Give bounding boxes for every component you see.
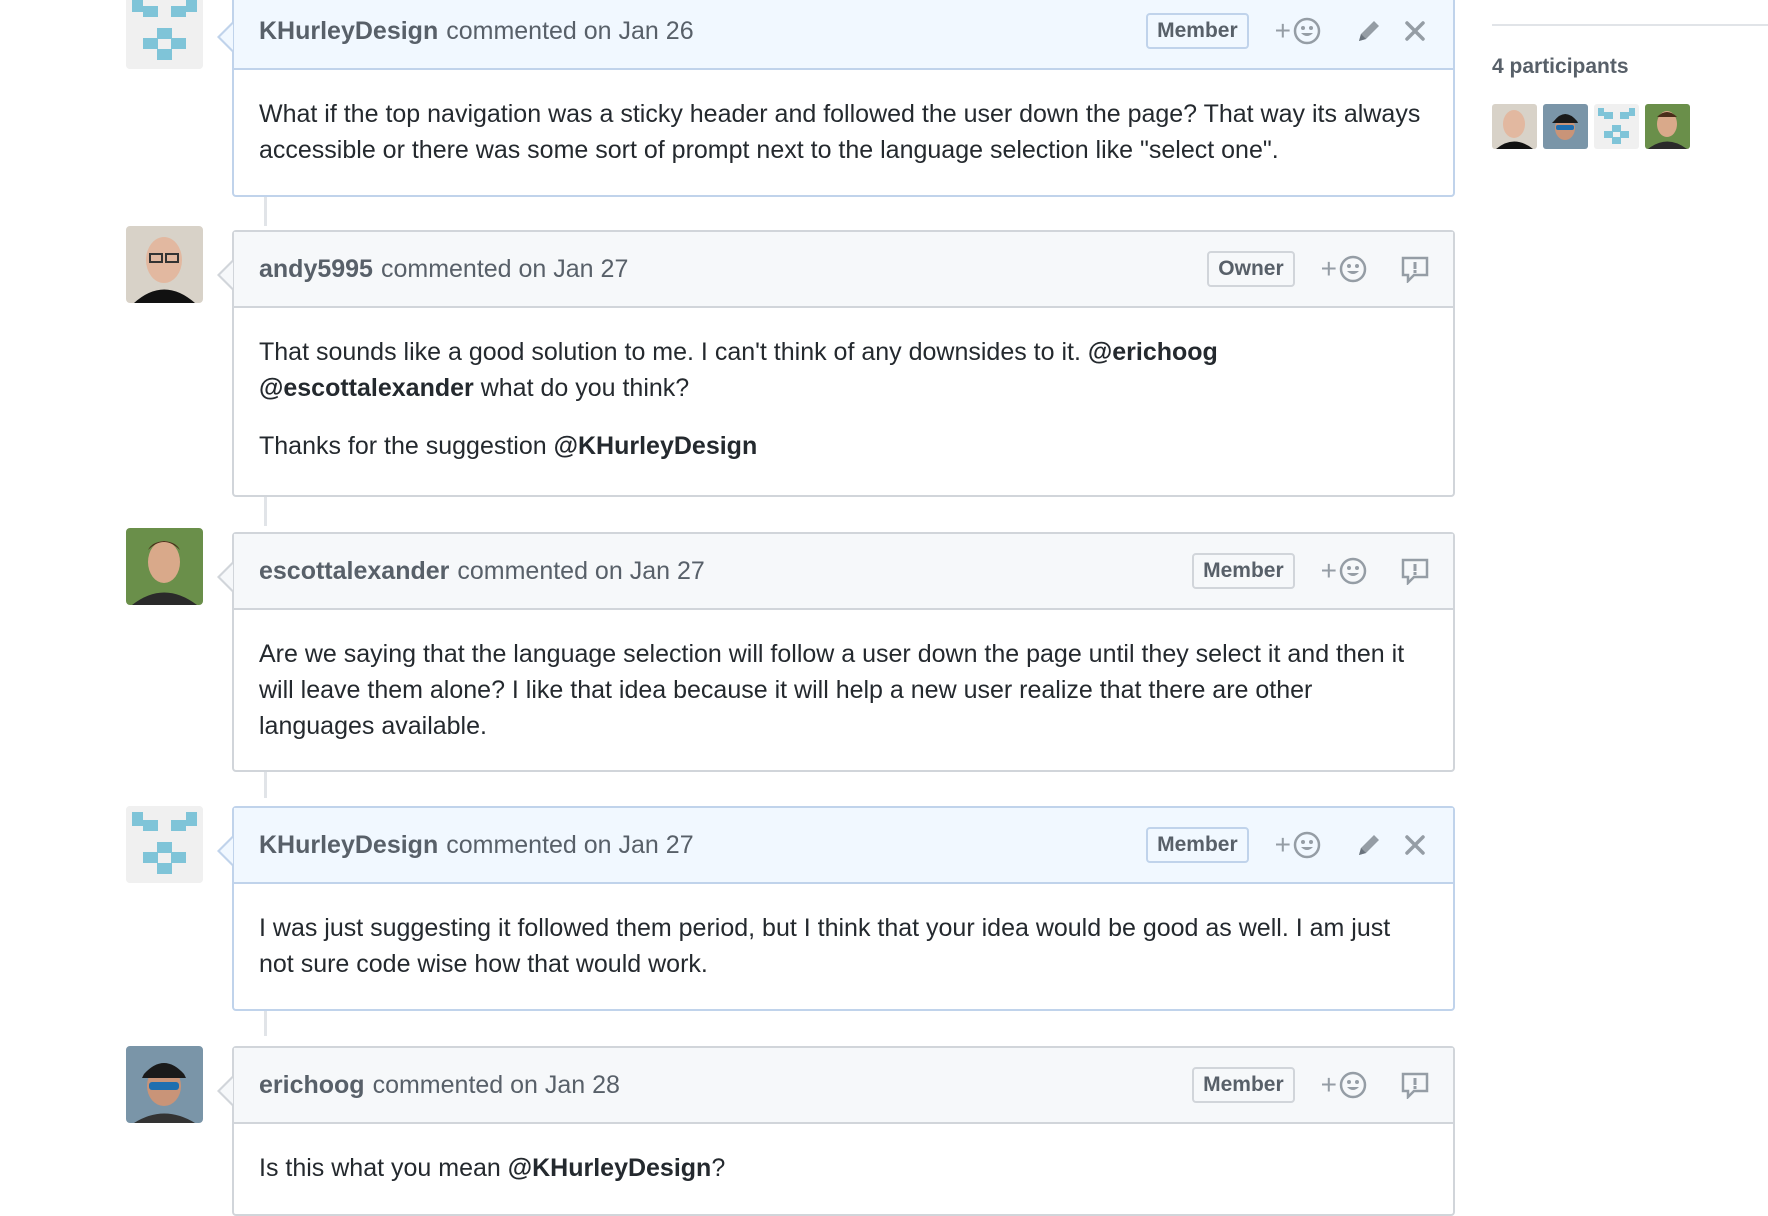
comment-timestamp[interactable]: commented on Jan 28 [373, 1071, 620, 1099]
comment-text: That sounds like a good solution to me. … [259, 338, 1088, 366]
comment-timestamp[interactable]: commented on Jan 26 [446, 17, 693, 45]
delete-button[interactable] [1401, 17, 1429, 45]
comment-header: KHurleyDesign commented on Jan 27 Member … [217, 808, 1453, 884]
close-icon [1405, 835, 1425, 855]
comment-body: What if the top navigation was a sticky … [234, 70, 1453, 192]
comment-body: Is this what you mean @KHurleyDesign? [234, 1124, 1453, 1210]
comment-text: Thanks for the suggestion [259, 432, 554, 460]
comment-text: ? [711, 1154, 726, 1182]
timeline-connector [264, 496, 267, 526]
comment-text: Is this what you mean [259, 1154, 508, 1182]
comment-author[interactable]: andy5995 [259, 255, 373, 283]
add-reaction-button[interactable]: + [1321, 555, 1367, 587]
comment-header: KHurleyDesign commented on Jan 26 Member … [217, 0, 1453, 70]
add-reaction-button[interactable]: + [1321, 253, 1367, 285]
comment-header: escottalexander commented on Jan 27 Membe… [217, 534, 1453, 610]
sidebar-divider [1492, 24, 1768, 26]
identicon-avatar [126, 0, 203, 69]
avatar-erichoog[interactable] [126, 1046, 203, 1123]
user-mention[interactable]: @KHurleyDesign [554, 432, 758, 460]
comment-header-text: escottalexander commented on Jan 27 [259, 557, 1192, 586]
user-mention[interactable]: @KHurleyDesign [508, 1154, 712, 1182]
report-button[interactable] [1401, 1071, 1429, 1099]
comment-paragraph: That sounds like a good solution to me. … [259, 334, 1428, 406]
comment-body: That sounds like a good solution to me. … [234, 308, 1453, 488]
add-reaction-button[interactable]: + [1275, 829, 1321, 861]
comment-timestamp[interactable]: commented on Jan 27 [446, 831, 693, 859]
comment-text: Are we saying that the language selectio… [259, 640, 1405, 740]
identicon-avatar [1594, 104, 1639, 149]
participants-list [1492, 104, 1690, 149]
smiley-icon [1339, 255, 1367, 283]
pencil-icon [1359, 835, 1379, 855]
comment-author[interactable]: KHurleyDesign [259, 831, 438, 859]
add-reaction-button[interactable]: + [1275, 15, 1321, 47]
comment-header: erichoog commented on Jan 28 Member + [217, 1048, 1453, 1124]
user-mention[interactable]: @escottalexander [259, 374, 474, 402]
comment-header: andy5995 commented on Jan 27 Owner + [217, 232, 1453, 308]
identicon-avatar [126, 806, 203, 883]
user-mention[interactable]: @erichoog [1088, 338, 1218, 366]
avatar-khurleydesign[interactable] [126, 0, 203, 69]
comment: erichoog commented on Jan 28 Member + Is … [217, 1046, 1455, 1216]
delete-button[interactable] [1401, 831, 1429, 859]
report-button[interactable] [1401, 557, 1429, 585]
comment-body: Are we saying that the language selectio… [234, 610, 1453, 768]
participant-avatar[interactable] [1543, 104, 1588, 149]
pencil-icon [1359, 21, 1379, 41]
avatar-escottalexander[interactable] [126, 528, 203, 605]
profile-photo [1492, 104, 1537, 149]
comment-text: What if the top navigation was a sticky … [259, 100, 1421, 164]
comment: escottalexander commented on Jan 27 Membe… [217, 532, 1455, 772]
comment: andy5995 commented on Jan 27 Owner + That… [217, 230, 1455, 497]
comment: KHurleyDesign commented on Jan 27 Member … [217, 806, 1455, 1011]
comment-body: I was just suggesting it followed them p… [234, 884, 1453, 1006]
timeline-connector [264, 768, 267, 798]
profile-photo [1543, 104, 1588, 149]
profile-photo [1645, 104, 1690, 149]
participants-heading: 4 participants [1492, 55, 1629, 78]
close-icon [1405, 21, 1425, 41]
smiley-icon [1293, 17, 1321, 45]
comment-text: what do you think? [480, 374, 690, 402]
profile-photo [126, 1046, 203, 1123]
role-badge: Member [1192, 553, 1295, 589]
comment-author[interactable]: erichoog [259, 1071, 365, 1099]
comment-header-text: KHurleyDesign commented on Jan 26 [259, 17, 1146, 46]
comment-author[interactable]: escottalexander [259, 557, 449, 585]
add-reaction-button[interactable]: + [1321, 1069, 1367, 1101]
comment-header-text: KHurleyDesign commented on Jan 27 [259, 831, 1146, 860]
avatar-khurleydesign[interactable] [126, 806, 203, 883]
timeline-connector [264, 196, 267, 226]
role-badge: Member [1146, 827, 1249, 863]
edit-button[interactable] [1355, 831, 1383, 859]
comment-timestamp[interactable]: commented on Jan 27 [457, 557, 704, 585]
participant-avatar[interactable] [1645, 104, 1690, 149]
report-icon [1401, 558, 1429, 585]
comment-text: I was just suggesting it followed them p… [259, 914, 1391, 978]
participant-avatar[interactable] [1594, 104, 1639, 149]
role-badge: Member [1146, 13, 1249, 49]
comment-timestamp[interactable]: commented on Jan 27 [381, 255, 628, 283]
role-badge: Owner [1207, 251, 1295, 287]
report-icon [1401, 1072, 1429, 1099]
comment-header-text: andy5995 commented on Jan 27 [259, 255, 1207, 284]
comment-header-text: erichoog commented on Jan 28 [259, 1071, 1192, 1100]
comment-paragraph: Is this what you mean @KHurleyDesign? [259, 1150, 1428, 1186]
role-badge: Member [1192, 1067, 1295, 1103]
report-icon [1401, 256, 1429, 283]
avatar-andy5995[interactable] [126, 226, 203, 303]
comment: KHurleyDesign commented on Jan 26 Member … [217, 0, 1455, 197]
report-button[interactable] [1401, 255, 1429, 283]
participant-avatar[interactable] [1492, 104, 1537, 149]
smiley-icon [1339, 557, 1367, 585]
comment-author[interactable]: KHurleyDesign [259, 17, 438, 45]
edit-button[interactable] [1355, 17, 1383, 45]
smiley-icon [1339, 1071, 1367, 1099]
profile-photo [126, 528, 203, 605]
smiley-icon [1293, 831, 1321, 859]
profile-photo [126, 226, 203, 303]
comment-paragraph: Thanks for the suggestion @KHurleyDesign [259, 428, 1428, 464]
